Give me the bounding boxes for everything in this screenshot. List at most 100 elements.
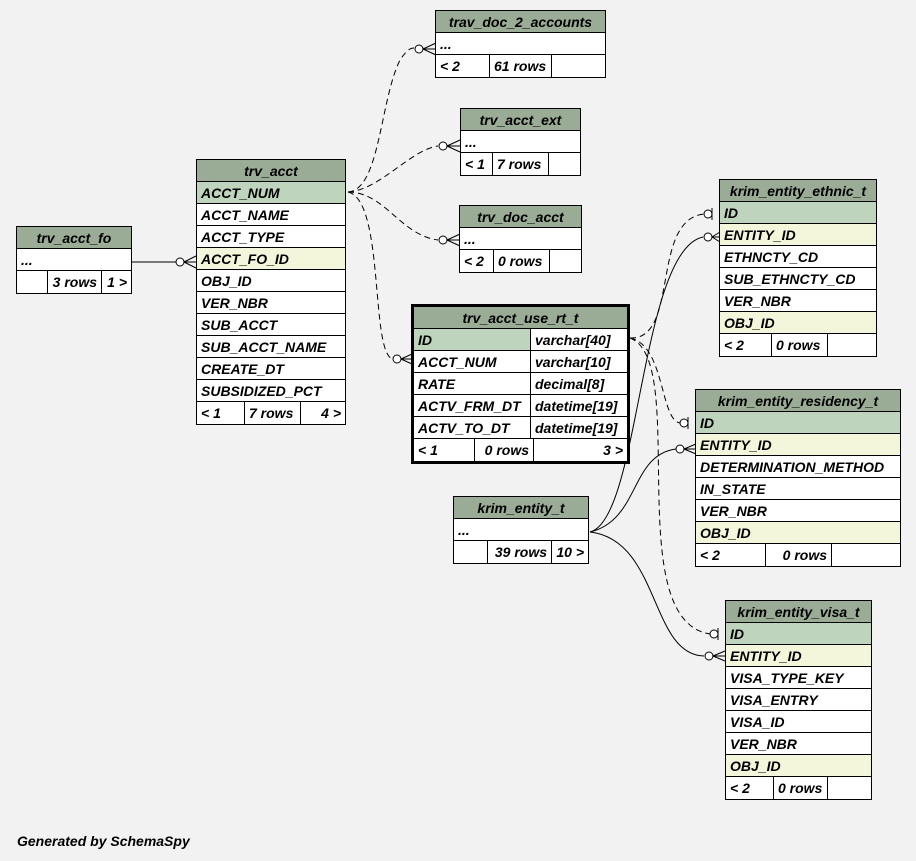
edge-acct-to-trav-doc-2-accounts: [347, 47, 415, 193]
table-row: ETHNCTY_CD: [720, 246, 876, 268]
row-count: 39 rows: [488, 541, 552, 563]
table-row: ACTV_FRM_DT datetime[19]: [414, 395, 627, 417]
children-count: 3 >: [603, 442, 623, 458]
table-row: ACCT_TYPE: [197, 226, 345, 248]
edge-acct-to-trv-acct-use-rt: [347, 191, 394, 360]
table-row: DETERMINATION_METHOD: [696, 456, 900, 478]
row-count: 7 rows: [493, 153, 549, 175]
table-row: ACCT_FO_ID: [197, 248, 345, 270]
table-title: krim_entity_t: [454, 497, 588, 519]
table-row: VER_NBR: [197, 292, 345, 314]
parents-count: < 2: [436, 55, 490, 77]
table-row: RATE decimal[8]: [414, 373, 627, 395]
table-row: ID: [720, 202, 876, 224]
row-count: 0 rows: [772, 334, 828, 356]
edge-acct-to-trv-doc-acct: [347, 191, 439, 241]
row-count: 0 rows: [766, 544, 832, 566]
table-trv-acct-use-rt-t[interactable]: trv_acct_use_rt_t ID varchar[40] ACCT_NU…: [411, 304, 630, 464]
column-name: ACTV_TO_DT: [414, 417, 531, 438]
table-row: VISA_TYPE_KEY: [726, 667, 871, 689]
table-stats: < 2 0 rows: [720, 334, 876, 356]
table-row: ID: [726, 623, 871, 645]
children-count: [832, 544, 900, 566]
column-name: ACTV_FRM_DT: [414, 395, 531, 416]
column-type: varchar[40]: [535, 331, 611, 348]
table-krim-entity-ethnic-t[interactable]: krim_entity_ethnic_t ID ENTITY_ID ETHNCT…: [719, 179, 877, 357]
parents-count: < 2: [720, 334, 772, 356]
table-krim-entity-residency-t[interactable]: krim_entity_residency_t ID ENTITY_ID DET…: [695, 389, 901, 567]
table-title: trv_acct_fo: [17, 227, 131, 249]
edge-endpoint: [175, 257, 185, 267]
row-count: 7 rows: [245, 402, 301, 424]
table-row: ENTITY_ID: [720, 224, 876, 246]
children-count: [549, 153, 580, 175]
table-row: ACTV_TO_DT datetime[19]: [414, 417, 627, 439]
table-row: VER_NBR: [696, 500, 900, 522]
table-title: krim_entity_visa_t: [726, 601, 871, 623]
table-row: VISA_ID: [726, 711, 871, 733]
column-type: datetime[19]: [535, 419, 618, 436]
column-name: RATE: [414, 373, 531, 394]
table-row: ...: [436, 33, 605, 55]
children-count: 1 >: [107, 274, 127, 290]
table-stats: < 2 61 rows: [436, 55, 605, 77]
parents-count: < 2: [460, 250, 494, 272]
table-stats: < 2 0 rows: [460, 250, 581, 272]
parents-count: [17, 271, 48, 293]
row-count: 3 rows: [48, 271, 102, 293]
table-title: trv_doc_acct: [460, 206, 581, 228]
parents-count: [454, 541, 488, 563]
table-trv-acct-ext[interactable]: trv_acct_ext ... < 1 7 rows: [460, 108, 581, 176]
table-trv-acct-fo[interactable]: trv_acct_fo ... 3 rows 1 >: [16, 226, 132, 294]
table-title: krim_entity_residency_t: [696, 390, 900, 412]
table-row: ID: [696, 412, 900, 434]
table-row: VER_NBR: [720, 290, 876, 312]
table-row: VER_NBR: [726, 733, 871, 755]
table-row: ACCT_NUM: [197, 182, 345, 204]
row-count: 0 rows: [475, 439, 534, 461]
row-count: 0 rows: [494, 250, 550, 272]
generator-credit: Generated by SchemaSpy: [17, 833, 190, 849]
table-row: ENTITY_ID: [726, 645, 871, 667]
table-stats: < 1 7 rows: [461, 153, 580, 175]
table-row: ...: [460, 228, 581, 250]
table-trv-acct[interactable]: trv_acct ACCT_NUM ACCT_NAME ACCT_TYPE AC…: [196, 159, 346, 425]
parents-count: < 1: [197, 402, 245, 424]
children-count: [828, 334, 876, 356]
children-count: 4 >: [321, 405, 341, 421]
table-stats: < 2 0 rows: [696, 544, 900, 566]
column-name: ID: [414, 329, 531, 350]
table-stats: 39 rows 10 >: [454, 541, 588, 563]
column-type: decimal[8]: [535, 375, 605, 392]
children-count: [552, 55, 605, 77]
table-title: trav_doc_2_accounts: [436, 11, 605, 33]
table-row: ACCT_NAME: [197, 204, 345, 226]
table-row: SUB_ACCT: [197, 314, 345, 336]
table-stats: < 1 7 rows 4 >: [197, 402, 345, 424]
table-row: ENTITY_ID: [696, 434, 900, 456]
table-trv-doc-acct[interactable]: trv_doc_acct ... < 2 0 rows: [459, 205, 582, 273]
table-row: ...: [454, 519, 588, 541]
table-row: SUB_ACCT_NAME: [197, 336, 345, 358]
schema-diagram: trav_doc_2_accounts ... < 2 61 rows trv_…: [0, 0, 916, 861]
table-title: trv_acct_use_rt_t: [414, 307, 627, 329]
table-title: trv_acct: [197, 160, 345, 182]
table-row: OBJ_ID: [197, 270, 345, 292]
children-count: [550, 250, 581, 272]
parents-count: < 2: [696, 544, 766, 566]
table-trav-doc-2-accounts[interactable]: trav_doc_2_accounts ... < 2 61 rows: [435, 10, 606, 78]
edge-use-rt-to-residency-id: [629, 337, 681, 424]
table-row: OBJ_ID: [726, 755, 871, 777]
table-row: VISA_ENTRY: [726, 689, 871, 711]
table-stats: 3 rows 1 >: [17, 271, 131, 293]
table-krim-entity-t[interactable]: krim_entity_t ... 39 rows 10 >: [453, 496, 589, 564]
table-row: SUB_ETHNCTY_CD: [720, 268, 876, 290]
table-krim-entity-visa-t[interactable]: krim_entity_visa_t ID ENTITY_ID VISA_TYP…: [725, 600, 872, 800]
row-count: 0 rows: [774, 777, 828, 799]
edge-acct-to-trv-acct-ext: [347, 145, 439, 193]
parents-count: < 1: [461, 153, 493, 175]
table-row: ...: [17, 249, 131, 271]
table-row: ID varchar[40]: [414, 329, 627, 351]
table-row: SUBSIDIZED_PCT: [197, 380, 345, 402]
table-title: trv_acct_ext: [461, 109, 580, 131]
